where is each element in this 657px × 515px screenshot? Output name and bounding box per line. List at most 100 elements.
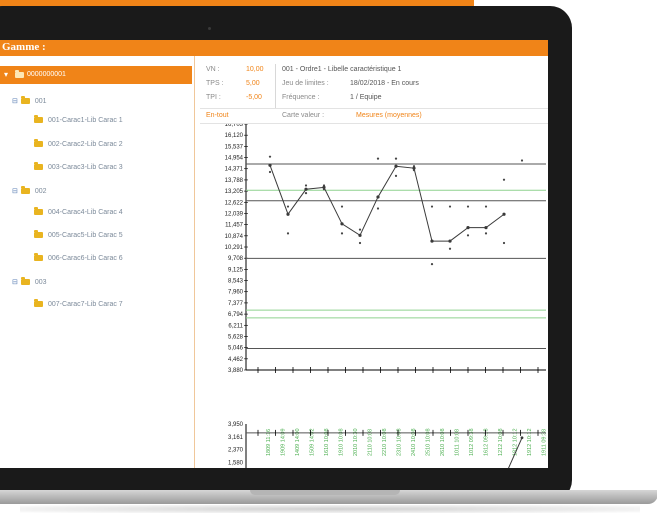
collapse-icon[interactable]: ▾ [4, 66, 8, 84]
mode-select[interactable]: En-tout [206, 112, 229, 119]
measure-point-low [466, 234, 470, 237]
caracteristique-title: 001 - Ordre1 - Libelle caractéristique 1 [282, 66, 402, 73]
measure-point-high [502, 178, 506, 181]
range-y-tick-label: 2,370 [228, 448, 244, 454]
measure-point-high [466, 205, 470, 208]
y-tick-label: 6,211 [228, 323, 243, 329]
folder-icon [34, 162, 43, 170]
y-tick-label: 3,880 [228, 368, 244, 374]
y-tick-label: 8,543 [228, 279, 244, 285]
measure-point-high [520, 159, 524, 162]
tree-item[interactable]: 003-Carac3-Lib Carac 3 [34, 162, 123, 174]
mean-point [502, 212, 506, 216]
measure-point-high [484, 205, 488, 208]
mean-point [376, 195, 380, 199]
y-tick-label: 6,794 [228, 312, 244, 318]
measure-point-high [268, 155, 272, 158]
measure-point-low [286, 232, 290, 235]
measure-point-low [484, 232, 488, 235]
tps-value: 5,00 [246, 80, 260, 87]
y-tick-label: 16,120 [225, 133, 244, 139]
control-chart: 16,703 16,120 15,537 14,954 14,371 13,788 13,2… [200, 122, 548, 468]
measure-point-high [358, 228, 362, 231]
folder-icon [15, 70, 24, 78]
measure-point-low [448, 247, 452, 250]
tree-item-label: 007-Carac7-Lib Carac 7 [48, 301, 123, 308]
mean-point [448, 239, 452, 243]
range-y-tick-label: 1,580 [228, 460, 244, 466]
y-tick-label: 7,960 [228, 290, 244, 296]
tree-group-001[interactable]: ⊟ 001 [12, 96, 47, 108]
vn-label: VN : [206, 66, 220, 73]
tree-root-item[interactable]: ▾ 0000000001 [0, 66, 192, 84]
measure-point-high [412, 165, 416, 168]
tree-item[interactable]: 007-Carac7-Lib Carac 7 [34, 299, 123, 311]
tree-item-label: 002-Carac2-Lib Carac 2 [48, 141, 123, 148]
range-point [520, 436, 524, 440]
measure-point-low [340, 232, 344, 235]
tree-item-label: 004-Carac4-Lib Carac 4 [48, 209, 123, 216]
measure-point-high [376, 157, 380, 160]
y-tick-label: 4,462 [228, 357, 244, 363]
mean-point [340, 222, 344, 226]
y-tick-label: 13,205 [225, 189, 244, 195]
tpi-label: TPI : [206, 94, 221, 101]
mean-point [304, 187, 308, 191]
y-tick-label: 13,788 [225, 178, 244, 184]
mean-point [466, 226, 470, 230]
tpi-value: -5,00 [246, 94, 262, 101]
chart-svg: 16,703 16,120 15,537 14,954 14,371 13,788 13,2… [225, 122, 548, 468]
header-bar: Gamme : [0, 40, 548, 56]
tree-item-label: 006-Carac6-Lib Carac 6 [48, 255, 123, 262]
y-tick-label: 9,125 [228, 267, 244, 273]
measure-point-low [358, 241, 362, 245]
tree-group-label: 001 [34, 98, 47, 105]
y-tick-label: 10,291 [225, 245, 244, 251]
mean-point [268, 163, 272, 167]
range-series-line [508, 437, 523, 468]
tree-group-002[interactable]: ⊟ 002 [12, 186, 47, 198]
tree-item[interactable]: 002-Carac2-Lib Carac 2 [34, 139, 123, 151]
y-tick-label: 5,046 [228, 346, 244, 352]
collapse-icon[interactable]: ⊟ [12, 279, 18, 286]
folder-icon [20, 96, 30, 104]
camera-dot [208, 27, 211, 30]
measure-point-high [430, 205, 434, 208]
y-tick-label: 9,708 [228, 256, 244, 262]
mean-point [358, 233, 362, 237]
mean-point [394, 164, 398, 168]
carte-label: Carte valeur : [282, 112, 325, 119]
tree-group-003[interactable]: ⊟ 003 [12, 277, 47, 289]
folder-icon [34, 207, 43, 215]
tree-item-label: 003-Carac3-Lib Carac 3 [48, 164, 123, 171]
measure-point-high [448, 205, 452, 208]
tree-item[interactable]: 001-Carac1-Lib Carac 1 [34, 115, 123, 127]
y-tick-label: 7,377 [228, 301, 244, 307]
measure-point-high [340, 205, 344, 208]
tps-label: TPS : [206, 80, 224, 87]
tree-item[interactable]: 006-Carac6-Lib Carac 6 [34, 253, 123, 265]
tree-item-label: 001-Carac1-Lib Carac 1 [48, 117, 123, 124]
y-tick-label: 14,954 [225, 156, 244, 162]
measure-point-high [322, 184, 326, 187]
carte-select[interactable]: Mesures (moyennes) [356, 112, 422, 119]
detail-panel: VN : 10,00 TPS : 5,00 TPI : -5,00 001 - … [200, 56, 548, 468]
y-tick-label: 11,457 [225, 223, 244, 229]
tree-item[interactable]: 005-Carac5-Lib Carac 5 [34, 230, 123, 242]
info-block: VN : 10,00 TPS : 5,00 TPI : -5,00 001 - … [200, 60, 548, 108]
tree-item[interactable]: 004-Carac4-Lib Carac 4 [34, 207, 123, 219]
collapse-icon[interactable]: ⊟ [12, 98, 18, 105]
measure-point-high [286, 205, 290, 208]
folder-icon [34, 139, 43, 147]
page-title: Gamme : [2, 41, 46, 53]
mean-point [484, 226, 488, 230]
y-tick-label: 10,874 [225, 234, 244, 240]
folder-icon [34, 115, 43, 123]
y-tick-label: 16,703 [225, 124, 244, 128]
laptop-base-notch [250, 490, 400, 495]
range-y-tick-label: 3,161 [228, 435, 244, 441]
mean-point [286, 212, 290, 216]
measure-point-high [304, 184, 308, 187]
y-tick-label: 12,039 [225, 211, 244, 217]
collapse-icon[interactable]: ⊟ [12, 188, 18, 195]
